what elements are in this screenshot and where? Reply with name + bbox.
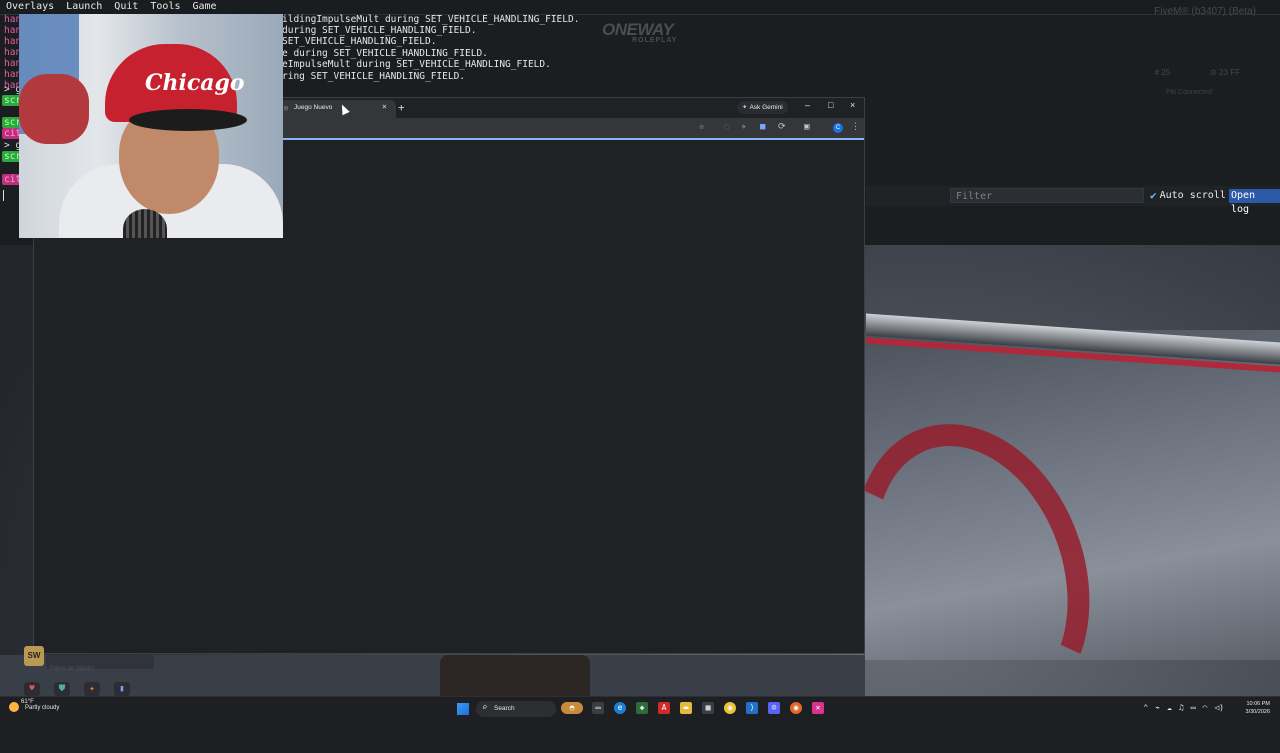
menu-tools[interactable]: Tools xyxy=(144,0,186,14)
webcam-object xyxy=(19,74,89,144)
watermark-subtext: ROLEPLAY xyxy=(632,37,678,44)
weather-widget[interactable]: 61°F Partly cloudy xyxy=(9,699,60,712)
devtools-menubar: Overlays Launch Quit Tools Game xyxy=(0,0,1280,15)
weather-condition: Partly cloudy xyxy=(25,705,60,711)
app-icon-pink[interactable]: ✕ xyxy=(812,702,824,714)
system-clock[interactable]: 10:06 PM 3/30/2026 xyxy=(1246,700,1270,716)
cap-logo-text: Chicago xyxy=(145,70,245,96)
tray-wifi-icon[interactable]: ◠ xyxy=(1203,703,1208,712)
server-stats: # 25 ⊙ 23 FF xyxy=(1155,68,1240,77)
extension-icon[interactable]: ■ xyxy=(760,122,765,132)
tray-app-icon[interactable]: ☁ xyxy=(1167,703,1172,712)
sw-badge: SW xyxy=(24,646,44,666)
search-icon: ⌕ xyxy=(482,703,488,713)
stat-players: # 25 xyxy=(1154,68,1171,77)
clock-date: 3/30/2026 xyxy=(1245,709,1270,715)
kebab-menu-icon[interactable]: ⋮ xyxy=(851,122,860,132)
ask-gemini-button[interactable]: ✦ Ask Gemini xyxy=(737,101,788,114)
adobe-icon[interactable]: A xyxy=(658,702,670,714)
sw-status-bar: Pillow de (Mode) xyxy=(46,655,154,672)
browser-tab[interactable]: ◎ Juego Nuevo × xyxy=(279,100,396,118)
tab-close-icon[interactable]: × xyxy=(382,102,387,111)
sparkle-icon: ✦ xyxy=(742,104,748,111)
extension-icon[interactable]: ◌ xyxy=(724,122,729,132)
console-input-caret[interactable] xyxy=(3,190,4,201)
build-version: FiveM® (b3407) (Beta) xyxy=(1154,6,1256,17)
windows-start-icon[interactable] xyxy=(457,703,469,715)
stat-fps: ⊙ 23 FF xyxy=(1210,68,1240,77)
search-label: Search xyxy=(494,705,515,712)
sw-status-text: Pillow de (Mode) xyxy=(50,666,95,672)
console-line: SET_VEHICLE_HANDLING_FIELD. xyxy=(282,36,437,47)
tray-mic-icon[interactable]: ♫ xyxy=(1179,703,1184,712)
store-icon[interactable]: ▦ xyxy=(702,702,714,714)
webcam-cap-brim xyxy=(129,109,247,131)
console-line: ring SET_VEHICLE_HANDLING_FIELD. xyxy=(282,71,466,82)
app-icon[interactable]: ◈ xyxy=(636,702,648,714)
sidepanel-icon[interactable]: ▣ xyxy=(804,122,809,132)
clock-time: 10:06 PM xyxy=(1246,701,1270,707)
checkmark-icon: ✔ xyxy=(1150,189,1157,202)
ask-gemini-label: Ask Gemini xyxy=(749,104,783,111)
taskbar-search[interactable]: ⌕ Search xyxy=(476,701,556,717)
tray-display-icon[interactable]: ▭ xyxy=(1191,703,1196,712)
hunger-food-icon: ✦ xyxy=(84,682,100,696)
thirst-drink-icon: ▮ xyxy=(114,682,130,696)
close-window-button[interactable]: × xyxy=(850,100,855,110)
menu-launch[interactable]: Launch xyxy=(60,0,108,14)
burger-widget-icon[interactable]: ◓ xyxy=(561,702,583,714)
windows-taskbar: 61°F Partly cloudy ⌕ Search ◓ ▭ e ◈ A ▬ … xyxy=(0,696,1280,721)
minimize-button[interactable]: – xyxy=(805,100,810,110)
discord-icon[interactable]: ☺ xyxy=(768,702,780,714)
webcam-overlay: Chicago xyxy=(19,14,283,238)
globe-icon: ◎ xyxy=(284,104,289,112)
open-log-button[interactable]: Open log xyxy=(1229,189,1280,215)
menu-game[interactable]: Game xyxy=(187,0,223,14)
console-line: during SET_VEHICLE_HANDLING_FIELD. xyxy=(282,25,477,36)
tab-title: Juego Nuevo xyxy=(294,104,333,111)
new-tab-button[interactable]: + xyxy=(398,101,405,114)
console-line: eImpulseMult during SET_VEHICLE_HANDLING… xyxy=(282,59,551,70)
chrome-canary-icon[interactable]: ◉ xyxy=(790,702,802,714)
chrome-icon[interactable]: ◉ xyxy=(724,702,736,714)
weather-sun-icon xyxy=(9,702,19,712)
game-character xyxy=(440,655,590,700)
armor-shield-icon: ⛊ xyxy=(54,682,70,696)
menu-overlays[interactable]: Overlays xyxy=(0,0,60,14)
tray-chevron-icon[interactable]: ⌃ xyxy=(1143,703,1148,712)
console-line: ildingImpulseMult during SET_VEHICLE_HAN… xyxy=(282,14,580,25)
health-heart-icon: ♥ xyxy=(24,682,40,696)
extension-icon[interactable]: ✧ xyxy=(741,122,746,132)
connection-status: Pkt Connected xyxy=(1166,89,1212,96)
tray-volume-icon[interactable]: ◁) xyxy=(1214,703,1224,712)
menu-quit[interactable]: Quit xyxy=(108,0,144,14)
console-line: e during SET_VEHICLE_HANDLING_FIELD. xyxy=(282,48,488,59)
task-view-icon[interactable]: ▭ xyxy=(592,702,604,714)
maximize-button[interactable]: □ xyxy=(828,100,833,110)
profile-avatar[interactable]: C xyxy=(833,123,843,133)
puzzle-icon[interactable]: ⟳ xyxy=(778,122,786,132)
system-tray: ⌃ ⌁ ☁ ♫ ▭ ◠ ◁) xyxy=(1143,703,1224,712)
edge-browser-icon[interactable]: e xyxy=(614,702,626,714)
autoscroll-label: Auto scroll xyxy=(1159,190,1226,201)
filter-input[interactable]: Filter xyxy=(950,188,1144,203)
vscode-icon[interactable]: ⟩ xyxy=(746,702,758,714)
tray-network-icon[interactable]: ⌁ xyxy=(1155,703,1160,712)
oneway-watermark-logo: ONEWAY ROLEPLAY xyxy=(602,20,677,44)
bookmark-star-icon[interactable]: ☆ xyxy=(699,122,704,132)
file-explorer-icon[interactable]: ▬ xyxy=(680,702,692,714)
autoscroll-checkbox[interactable]: ✔ Auto scroll xyxy=(1150,189,1226,202)
